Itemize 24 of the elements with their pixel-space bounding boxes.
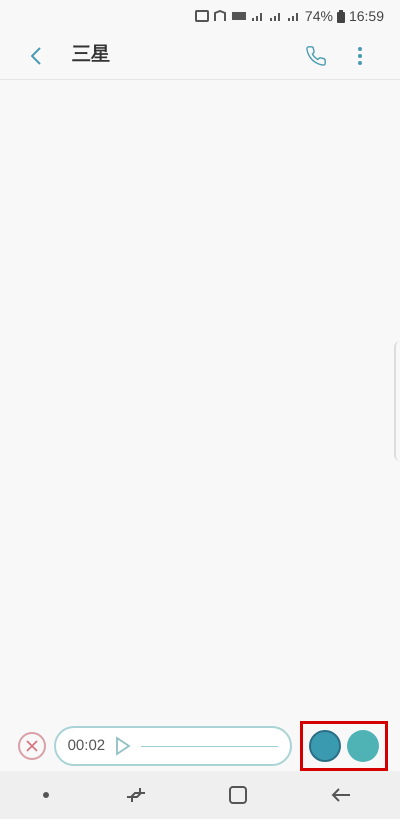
dot-icon: [43, 792, 50, 798]
signal-icon: [268, 10, 283, 22]
battery-icon: [336, 10, 345, 22]
signal-icon: [286, 10, 301, 22]
notification-icon: [212, 10, 227, 22]
clock: 16:59: [348, 6, 384, 26]
conversation-title: 三星: [72, 43, 110, 68]
more-icon: [358, 46, 362, 64]
notification-icon: [194, 10, 209, 22]
back-icon: [31, 46, 41, 64]
send-button[interactable]: [309, 730, 341, 762]
recording-duration: 00:02: [68, 736, 106, 756]
send-button[interactable]: [347, 730, 379, 762]
edge-handle[interactable]: [394, 340, 400, 460]
phone-icon: [305, 44, 327, 66]
cancel-button[interactable]: [18, 732, 46, 760]
notification-icon: [230, 10, 247, 22]
close-icon: [26, 740, 38, 752]
back-arrow-icon: [330, 787, 351, 803]
battery-percent: 74%: [304, 6, 333, 26]
signal-icon: [250, 10, 265, 22]
home-icon: [229, 786, 248, 804]
play-icon: [115, 736, 132, 756]
recent-apps-icon: [126, 787, 146, 803]
